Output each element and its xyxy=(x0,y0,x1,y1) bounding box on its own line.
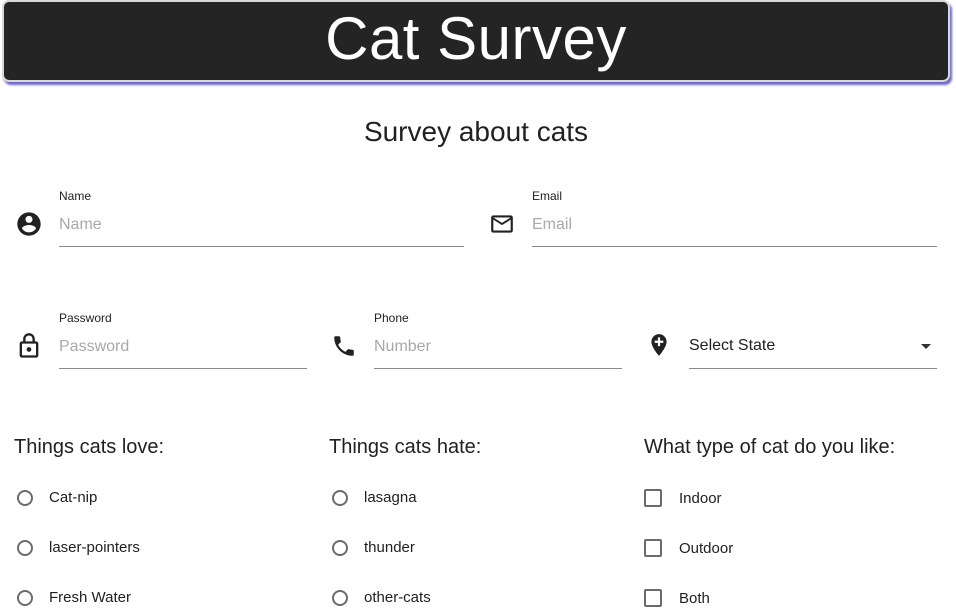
lock-icon xyxy=(19,333,39,358)
option-label: thunder xyxy=(364,539,415,556)
radio-button[interactable] xyxy=(332,589,348,606)
phone-label: Phone xyxy=(374,311,409,325)
chevron-down-icon xyxy=(921,344,931,349)
love-option[interactable]: laser-pointers xyxy=(17,539,140,556)
type-group-title: What type of cat do you like: xyxy=(644,436,896,458)
love-option[interactable]: Cat-nip xyxy=(17,489,97,506)
name-label: Name xyxy=(59,189,92,203)
hate-option[interactable]: lasagna xyxy=(332,489,417,506)
state-select[interactable]: Select State xyxy=(689,337,937,369)
radio-button[interactable] xyxy=(332,489,348,506)
option-label: Fresh Water xyxy=(49,589,131,606)
option-label: other-cats xyxy=(364,589,431,606)
radio-button[interactable] xyxy=(17,489,33,506)
option-label: lasagna xyxy=(364,489,417,506)
app-header: Cat Survey xyxy=(2,0,950,82)
option-label: Outdoor xyxy=(679,539,734,557)
checkbox[interactable] xyxy=(644,539,662,557)
survey-subtitle: Survey about cats xyxy=(363,116,589,147)
checkbox[interactable] xyxy=(644,489,662,507)
mail-icon xyxy=(491,215,513,233)
account-circle-icon xyxy=(17,212,41,236)
hate-option[interactable]: other-cats xyxy=(332,589,431,606)
radio-button[interactable] xyxy=(17,589,33,606)
email-label: Email xyxy=(532,189,563,203)
radio-button[interactable] xyxy=(17,539,33,556)
app-title: Cat Survey xyxy=(325,5,627,72)
option-label: Both xyxy=(679,589,710,607)
add-location-icon xyxy=(651,334,667,356)
password-label: Password xyxy=(59,311,112,325)
type-option[interactable]: Indoor xyxy=(644,489,722,507)
love-option[interactable]: Fresh Water xyxy=(17,589,131,606)
phone-icon xyxy=(334,336,354,356)
password-input[interactable] xyxy=(59,336,307,369)
type-option[interactable]: Outdoor xyxy=(644,539,733,557)
hate-option[interactable]: thunder xyxy=(332,539,415,556)
option-label: Indoor xyxy=(679,489,722,507)
name-input[interactable] xyxy=(59,214,464,247)
email-input[interactable] xyxy=(532,214,937,247)
state-select-value: Select State xyxy=(689,337,776,354)
phone-input[interactable] xyxy=(374,336,622,369)
option-label: Cat-nip xyxy=(49,489,98,506)
type-option[interactable]: Both xyxy=(644,589,710,607)
radio-button[interactable] xyxy=(332,539,348,556)
checkbox[interactable] xyxy=(644,589,662,607)
hate-group-title: Things cats hate: xyxy=(329,436,482,458)
love-group-title: Things cats love: xyxy=(14,436,165,458)
option-label: laser-pointers xyxy=(49,539,140,556)
